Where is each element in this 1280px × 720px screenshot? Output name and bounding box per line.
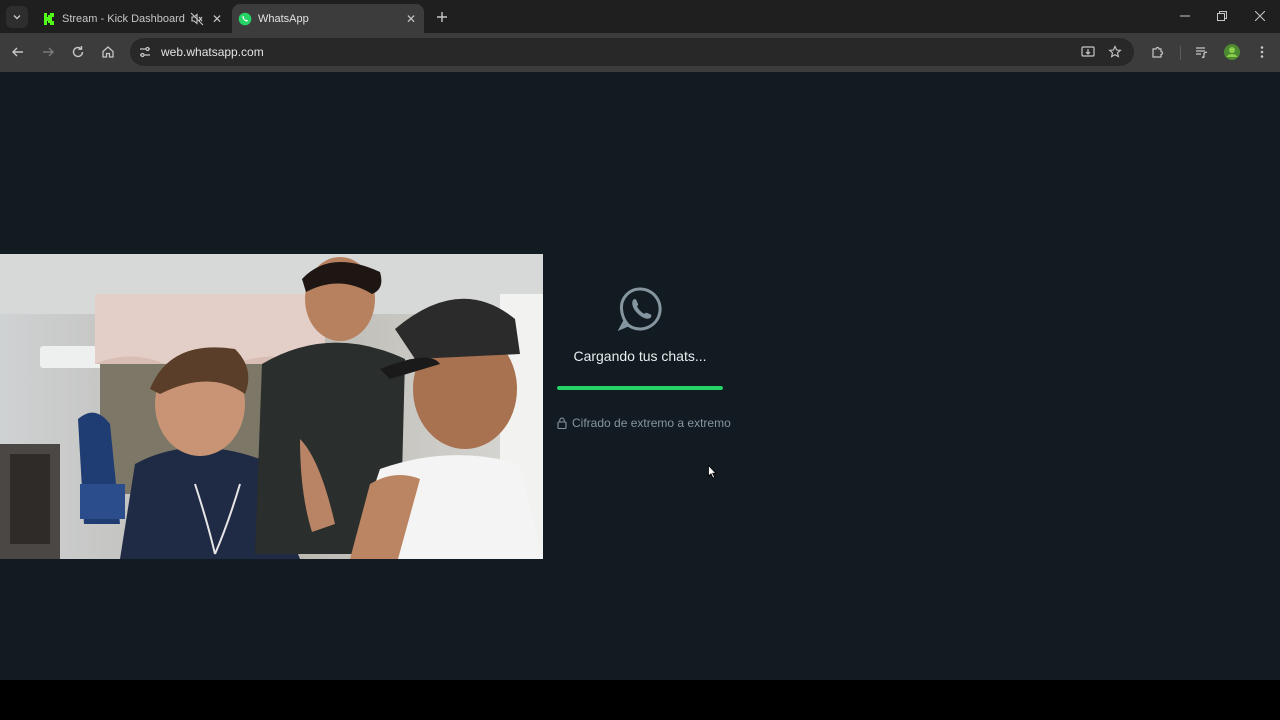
browser-window: Stream - Kick Dashboard ✕ WhatsApp ✕ web… [0,0,1280,680]
tab-title: Stream - Kick Dashboard [62,12,185,25]
site-info-icon[interactable] [138,45,152,59]
mouse-cursor-icon [708,465,717,479]
restore-button[interactable] [1203,4,1241,28]
encryption-text: Cifrado de extremo a extremo [572,416,731,430]
webcam-image [0,254,543,559]
arrow-left-icon [12,47,23,57]
whatsapp-page: Cargando tus chats... Cifrado de extremo… [0,72,1280,680]
address-bar[interactable]: web.whatsapp.com [130,38,1134,66]
extensions-button[interactable] [1148,42,1168,62]
muted-speaker-icon[interactable] [190,12,204,26]
close-icon[interactable]: ✕ [210,12,224,26]
browser-menu-button[interactable] [1252,42,1272,62]
browser-toolbar: web.whatsapp.com [0,33,1280,72]
loading-title: Cargando tus chats... [573,348,707,364]
avatar [1224,44,1240,60]
back-button[interactable] [8,42,28,62]
loading-progress-fill [557,386,723,390]
kick-logo-icon [43,12,55,25]
tab-whatsapp[interactable]: WhatsApp ✕ [232,4,424,33]
webcam-feed [0,254,543,559]
more-vertical-icon [1260,46,1264,58]
tab-search-button[interactable] [6,6,28,28]
playlist-icon [1196,47,1208,59]
close-icon [1255,11,1265,21]
profile-button[interactable] [1222,42,1242,62]
url-text: web.whatsapp.com [161,45,264,59]
close-icon[interactable]: ✕ [404,12,418,26]
media-controls-button[interactable] [1192,42,1212,62]
whatsapp-logo-icon [238,12,252,25]
plus-icon [437,12,447,22]
reload-button[interactable] [68,42,88,62]
tab-strip: Stream - Kick Dashboard ✕ WhatsApp ✕ [0,0,1280,33]
minimize-icon [1180,15,1190,17]
close-window-button[interactable] [1241,4,1279,28]
home-icon [102,46,114,58]
restore-icon [1217,11,1227,21]
tab-title: WhatsApp [258,12,309,25]
minimize-button[interactable] [1166,4,1204,28]
arrow-right-icon [43,47,54,57]
bookmark-star-icon[interactable] [1108,45,1122,59]
new-tab-button[interactable] [432,7,452,27]
forward-button[interactable] [38,42,58,62]
encryption-notice: Cifrado de extremo a extremo [557,416,757,430]
lock-icon [557,417,567,429]
toolbar-divider [1180,46,1181,60]
loading-progress-bar [557,386,723,390]
puzzle-icon [1152,46,1164,58]
tab-kick-dashboard[interactable]: Stream - Kick Dashboard ✕ [34,4,230,33]
home-button[interactable] [98,42,118,62]
install-app-icon[interactable] [1081,45,1095,59]
reload-icon [72,46,84,58]
chevron-down-icon [13,15,21,20]
whatsapp-logo-icon [618,287,662,331]
